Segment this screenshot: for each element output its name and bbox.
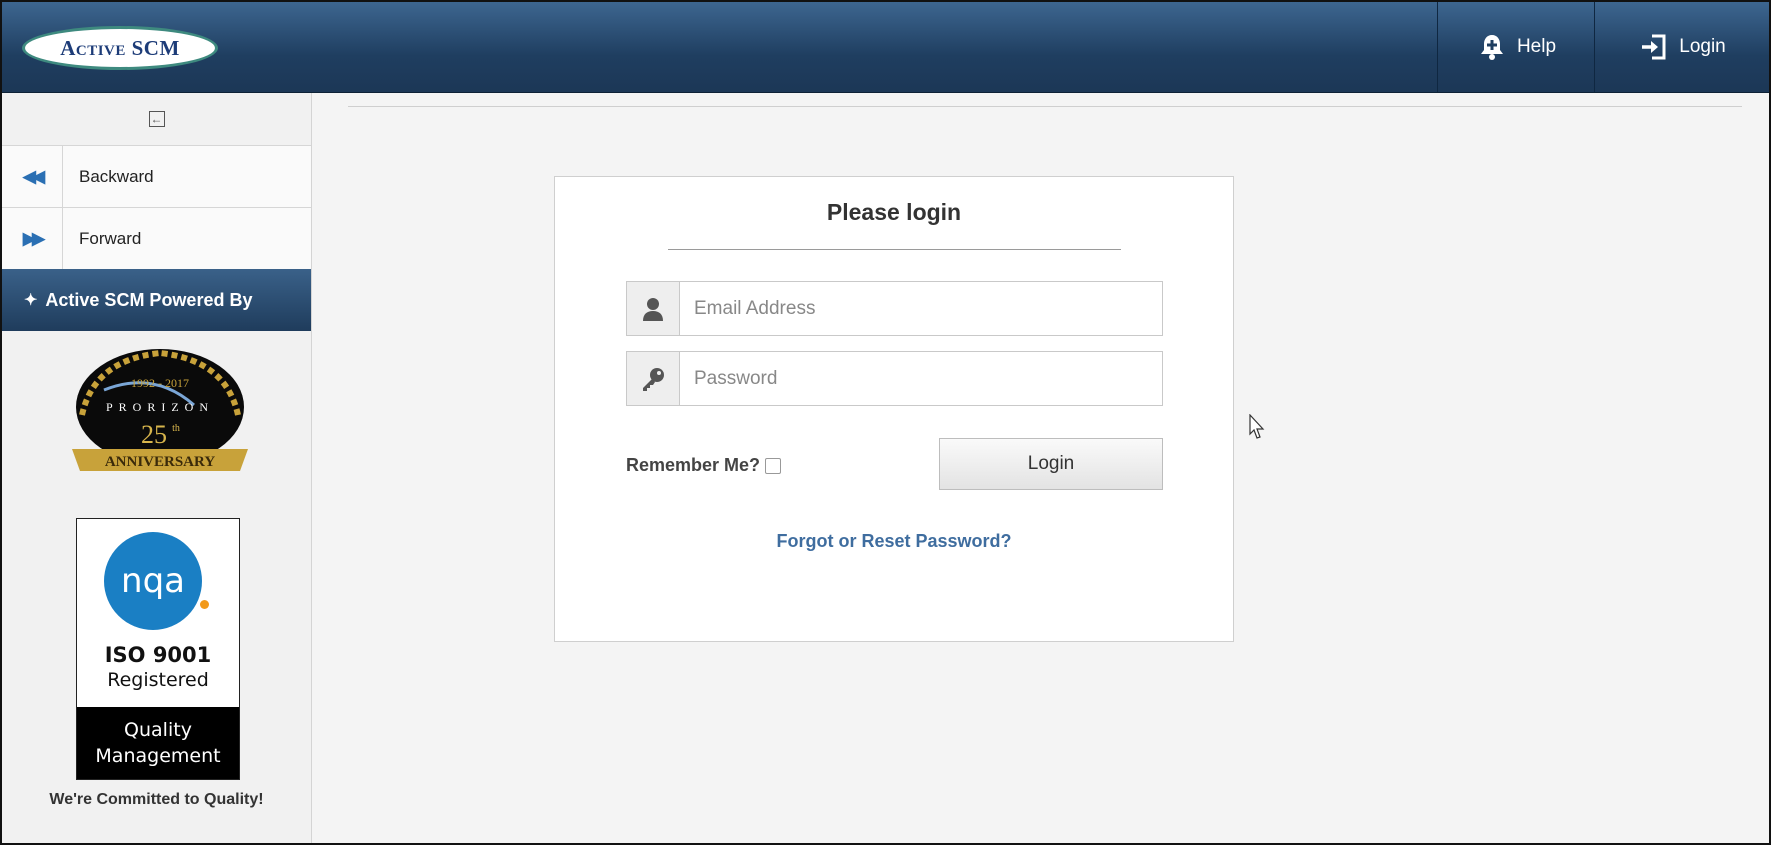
- plug-icon: ✦: [24, 292, 38, 309]
- help-button[interactable]: Help: [1437, 2, 1595, 92]
- bell-plus-icon: [1480, 35, 1503, 60]
- iso-registered: Registered: [107, 669, 209, 691]
- key-icon: [627, 352, 680, 405]
- anniversary-badge: 1992 - 2017 PRORIZON 25 th ANNIVERSARY: [72, 349, 248, 471]
- collapse-sidebar-icon: ←: [148, 111, 165, 127]
- email-field: [626, 281, 1163, 336]
- anniversary-number: 25: [141, 420, 167, 449]
- email-input[interactable]: [680, 282, 1162, 335]
- iso-9001-badge: nqa ISO 9001 Registered Quality Manageme…: [76, 518, 240, 780]
- password-field: [626, 351, 1163, 406]
- remember-me: Remember Me?: [626, 455, 782, 476]
- iso-footer-line1: Quality: [124, 719, 192, 741]
- anniversary-company: PRORIZON: [106, 400, 214, 414]
- top-header: Active SCM Help Login: [2, 2, 1769, 93]
- user-icon: [627, 282, 680, 335]
- login-title: Please login: [826, 199, 962, 225]
- sidebar-item-backward[interactable]: ◀◀ Backward: [2, 146, 311, 208]
- password-input[interactable]: [680, 352, 1162, 405]
- nqa-logo: nqa: [104, 532, 202, 630]
- title-divider: [668, 249, 1121, 250]
- iso-footer-line2: Management: [95, 745, 221, 767]
- app-window: Active SCM Help Login ← ◀◀ Backward ▶▶ F…: [0, 0, 1771, 845]
- double-chevron-left-icon: ◀◀: [2, 146, 63, 207]
- content-divider: [348, 106, 1742, 107]
- login-label: Login: [1679, 36, 1726, 57]
- login-panel: Please login Remember Me? Login Forgot o…: [554, 176, 1234, 642]
- powered-by-header: ✦ Active SCM Powered By: [2, 269, 311, 331]
- powered-by-label: Active SCM Powered By: [45, 289, 253, 310]
- login-button[interactable]: Login: [939, 438, 1163, 490]
- sidebar-collapse-toggle[interactable]: ←: [2, 93, 311, 146]
- help-label: Help: [1516, 36, 1557, 57]
- sidebar: ← ◀◀ Backward ▶▶ Forward ✦ Active SCM Po…: [2, 93, 312, 843]
- remember-label: Remember Me?: [626, 455, 761, 475]
- remember-checkbox[interactable]: [765, 457, 782, 474]
- anniversary-ribbon: ANNIVERSARY: [105, 454, 215, 470]
- iso-footer: Quality Management: [77, 707, 239, 779]
- sidebar-item-label: Forward: [79, 228, 142, 248]
- forgot-password-link[interactable]: Forgot or Reset Password?: [555, 531, 1233, 552]
- sidebar-item-label: Backward: [79, 166, 154, 186]
- anniversary-ordinal: th: [172, 423, 180, 434]
- quality-tagline: We're Committed to Quality!: [49, 791, 264, 808]
- mouse-cursor-icon: [1249, 414, 1265, 439]
- active-scm-logo[interactable]: Active SCM: [22, 26, 218, 70]
- nqa-dot: [200, 600, 209, 609]
- sign-in-icon: [1642, 34, 1666, 60]
- header-login-button[interactable]: Login: [1594, 2, 1769, 92]
- double-chevron-right-icon: ▶▶: [2, 208, 63, 269]
- sidebar-item-forward[interactable]: ▶▶ Forward: [2, 208, 311, 270]
- anniversary-years: 1992 - 2017: [131, 376, 189, 390]
- iso-title: ISO 9001: [104, 643, 212, 667]
